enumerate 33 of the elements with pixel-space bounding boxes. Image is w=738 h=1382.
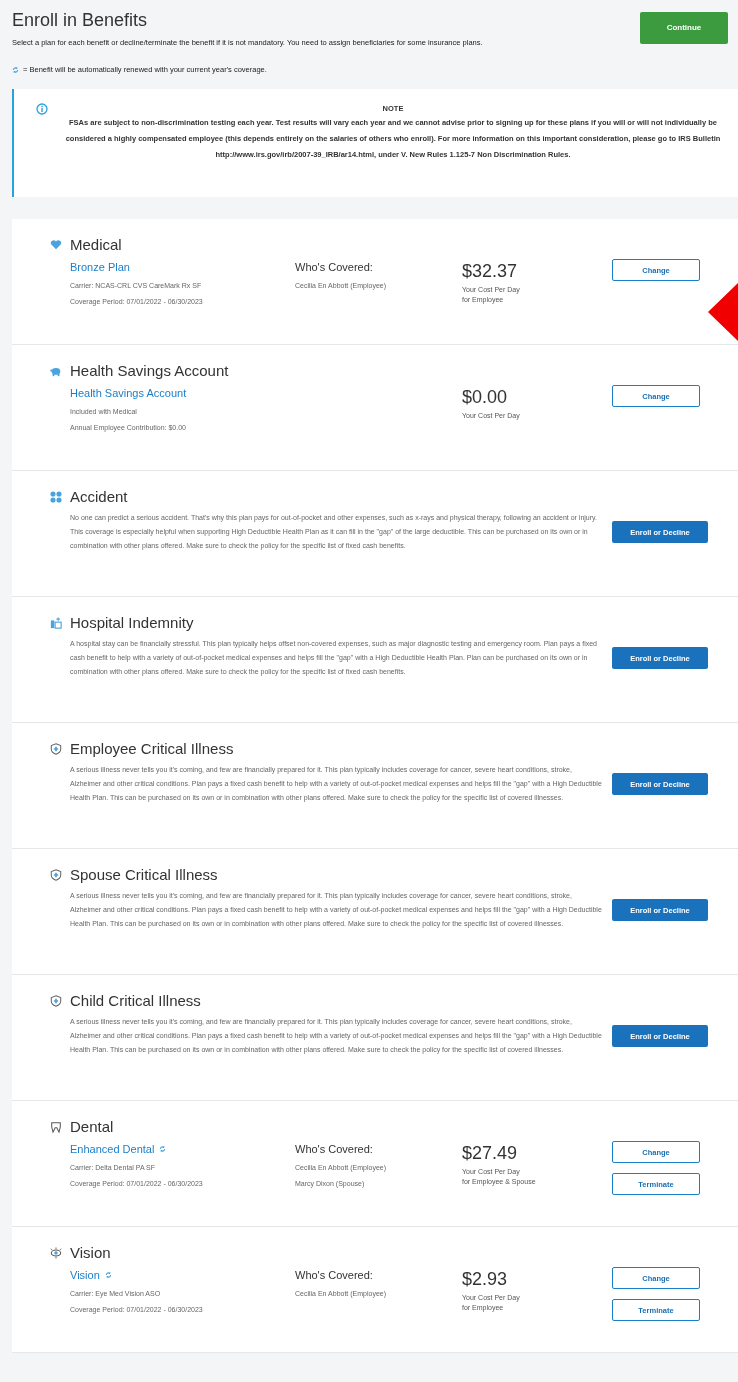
info-icon <box>36 103 48 116</box>
cost-amount: $32.37 <box>462 260 519 284</box>
covered-label: Who's Covered: <box>295 260 374 276</box>
hospital-icon <box>50 617 62 630</box>
covered-label: Who's Covered: <box>295 1268 374 1284</box>
benefit-title: Accident <box>70 487 128 507</box>
cost-amount: $2.93 <box>462 1268 509 1292</box>
plan-link[interactable]: Enhanced Dental <box>70 1141 155 1158</box>
piggy-bank-icon <box>50 365 62 378</box>
shield-icon <box>50 995 62 1008</box>
benefit-title: Child Critical Illness <box>70 991 201 1011</box>
pointer-arrow-icon <box>708 283 738 341</box>
cost-amount: $0.00 <box>462 386 509 410</box>
covered-label: Who's Covered: <box>295 1142 374 1158</box>
shield-icon <box>50 869 62 882</box>
tooth-icon <box>50 1121 62 1134</box>
continue-button[interactable]: Continue <box>640 12 728 44</box>
plan-link[interactable]: Health Savings Account <box>70 385 187 402</box>
benefit-title: Dental <box>70 1117 114 1137</box>
shield-icon <box>50 743 62 756</box>
benefit-title: Hospital Indemnity <box>70 613 194 633</box>
benefit-title: Health Savings Account <box>70 361 229 381</box>
plan-link[interactable]: Bronze Plan <box>70 259 130 276</box>
heart-icon <box>50 239 62 252</box>
benefit-title: Spouse Critical Illness <box>70 865 218 885</box>
eye-icon <box>50 1247 62 1260</box>
page-title: Enroll in Benefits <box>12 9 149 32</box>
renew-icon <box>12 65 19 74</box>
benefit-title: Medical <box>70 235 122 255</box>
benefit-title: Vision <box>70 1243 111 1263</box>
plan-link[interactable]: Vision <box>70 1267 100 1284</box>
benefit-title: Employee Critical Illness <box>70 739 234 759</box>
cost-amount: $27.49 <box>462 1142 519 1166</box>
